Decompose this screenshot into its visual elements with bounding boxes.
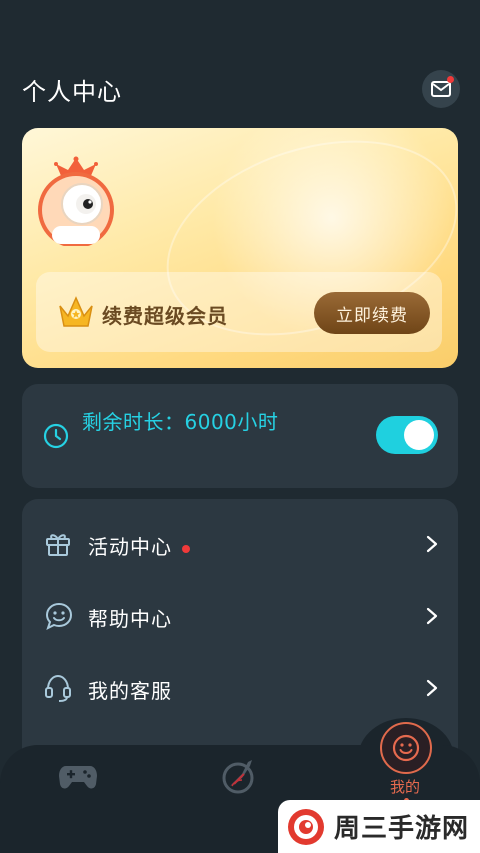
watermark-text: 周三手游网 (334, 814, 470, 844)
gift-icon (46, 534, 70, 556)
mail-icon (431, 81, 451, 97)
menu-item-help-center[interactable]: 帮助中心 (22, 579, 458, 651)
avatar[interactable] (36, 156, 116, 248)
chevron-right-icon (426, 679, 438, 697)
site-watermark: 周三手游网 (278, 800, 480, 853)
toggle-knob (404, 420, 434, 450)
renew-strip: 续费超级会员 立即续费 (36, 272, 442, 352)
acceleration-toggle[interactable] (376, 416, 438, 454)
gamepad-icon[interactable] (58, 762, 98, 792)
chevron-right-icon (426, 535, 438, 553)
activity-center-label: 活动中心 (88, 535, 172, 559)
menu-item-customer-service[interactable]: 我的客服 (22, 651, 458, 723)
renew-button[interactable]: 立即续费 (314, 292, 430, 334)
renew-title: 续费超级会员 (102, 304, 228, 328)
mail-button[interactable] (422, 70, 460, 108)
smiley-icon (392, 734, 420, 762)
headset-icon (45, 674, 71, 702)
menu-item-label: 活动中心 (88, 531, 190, 560)
chevron-right-icon (426, 607, 438, 625)
explore-icon[interactable] (220, 756, 260, 796)
nav-mine-label[interactable]: 我的 (390, 776, 420, 797)
clock-icon (43, 423, 69, 449)
new-badge-dot (182, 544, 190, 553)
smile-chat-icon (45, 602, 73, 630)
watermark-logo-icon (288, 808, 324, 845)
page-title: 个人中心 (22, 78, 122, 106)
menu-item-activity-center[interactable]: 活动中心 (22, 507, 458, 579)
unread-dot (447, 76, 454, 83)
nav-mine-button[interactable] (380, 722, 432, 774)
help-center-label: 帮助中心 (88, 607, 172, 631)
customer-service-label: 我的客服 (88, 679, 172, 703)
remaining-time-card: 剩余时长：6000小时 (22, 384, 458, 488)
vip-card: 续费超级会员 立即续费 (22, 128, 458, 368)
crown-icon (59, 296, 93, 327)
remaining-time-text: 剩余时长：6000小时 (82, 410, 279, 434)
